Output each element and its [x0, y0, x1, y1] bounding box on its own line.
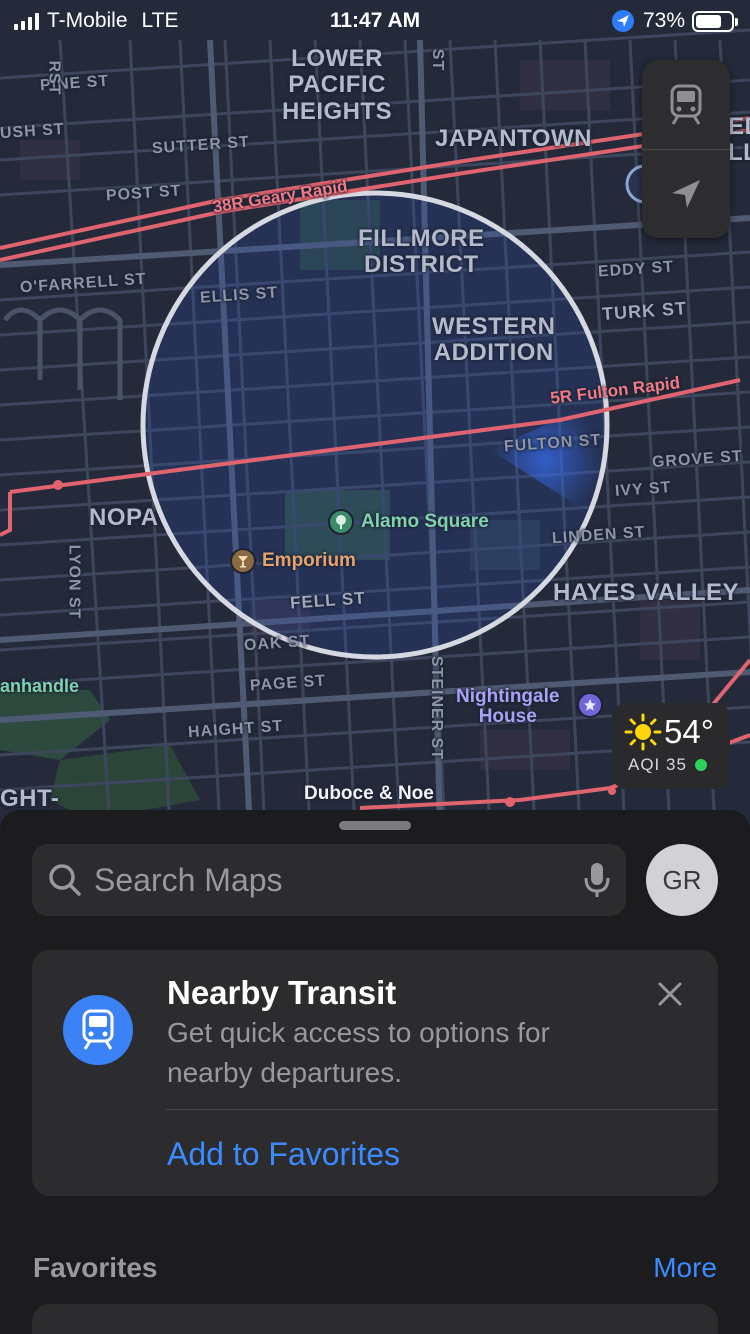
cocktail-icon[interactable]: [230, 548, 256, 574]
sheet-grabber[interactable]: [339, 821, 411, 830]
neighborhood-fillmore-district: FILLMORE DISTRICT: [358, 225, 485, 279]
card-divider: [166, 1109, 718, 1110]
search-maps-field[interactable]: Search Maps: [32, 844, 626, 916]
street-rst: RST: [45, 60, 63, 96]
transit-mode-button[interactable]: [642, 60, 730, 149]
poi-emporium[interactable]: Emporium: [262, 551, 356, 570]
favorites-heading: Favorites: [33, 1252, 158, 1283]
poi-duboce-noe[interactable]: Duboce & Noe: [304, 784, 434, 803]
favorites-more-button[interactable]: More: [653, 1252, 717, 1284]
profile-avatar-button[interactable]: GR: [646, 844, 718, 916]
street-lyon: LYON ST: [65, 544, 83, 620]
microphone-icon[interactable]: [584, 861, 610, 899]
card-description: Get quick access to options for nearby d…: [167, 1017, 550, 1088]
search-placeholder: Search Maps: [94, 861, 283, 898]
neighborhood-edge-right: EDLL: [728, 113, 750, 167]
favorites-list[interactable]: [32, 1304, 718, 1334]
status-right: 73%: [611, 9, 738, 33]
tree-icon[interactable]: [328, 509, 354, 535]
battery-percent: 73%: [642, 9, 685, 32]
current-location-button[interactable]: [642, 150, 730, 239]
poi-alamo-square[interactable]: Alamo Square: [361, 512, 489, 531]
battery-icon: [692, 10, 738, 32]
aqi-status-dot: [694, 759, 707, 771]
neighborhood-nopa: NOPA: [89, 504, 159, 531]
poi-nightingale-house[interactable]: Nightingale House: [456, 687, 559, 727]
bottom-sheet: Search Maps GR Nearby Transit Get quick …: [0, 810, 750, 1334]
search-icon: [49, 864, 81, 896]
location-services-icon: [611, 10, 634, 32]
air-quality-index: AQI 35: [628, 755, 687, 774]
tram-icon: [670, 84, 702, 125]
neighborhood-japantown: JAPANTOWN: [435, 125, 592, 152]
star-icon[interactable]: [577, 692, 603, 718]
neighborhood-lower-pacific-heights: LOWER PACIFIC HEIGHTS: [282, 45, 393, 125]
street-steiner: STEINER ST: [428, 655, 446, 761]
neighborhood-edge-left: GHT-: [0, 785, 60, 812]
street-st-top: ST: [429, 48, 447, 72]
neighborhood-hayes-valley: HAYES VALLEY: [553, 579, 740, 606]
status-bar: T-Mobile LTE 11:47 AM 73%: [0, 0, 750, 40]
map-controls: [642, 60, 730, 238]
tram-icon: [63, 995, 133, 1065]
weather-widget[interactable]: 54° AQI 35: [612, 703, 730, 789]
sun-icon: [624, 713, 662, 751]
close-icon[interactable]: [654, 978, 686, 1010]
nearby-transit-card: Nearby Transit Get quick access to optio…: [32, 950, 718, 1196]
add-to-favorites-button[interactable]: Add to Favorites: [167, 1136, 400, 1173]
poi-panhandle[interactable]: anhandle: [0, 677, 79, 695]
neighborhood-western-addition: WESTERN ADDITION: [432, 313, 556, 367]
card-title: Nearby Transit: [167, 974, 397, 1011]
location-arrow-icon: [672, 179, 700, 208]
weather-temperature: 54°: [664, 713, 714, 750]
